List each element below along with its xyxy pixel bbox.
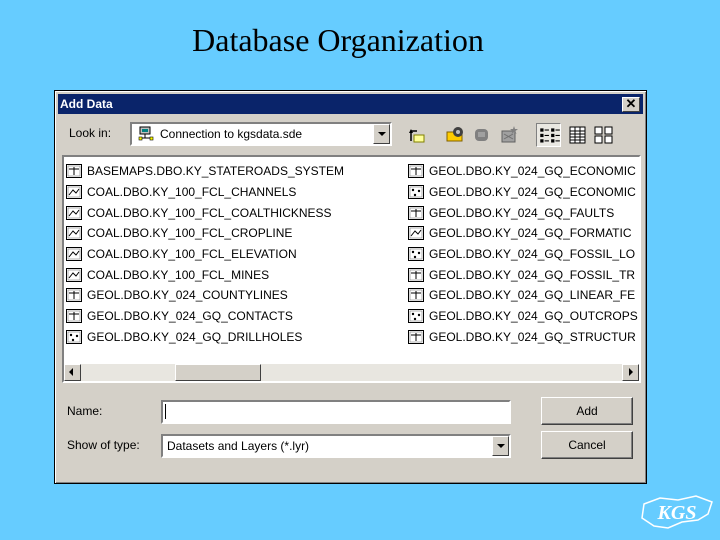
up-one-level-button[interactable] xyxy=(405,123,430,147)
line-feature-icon xyxy=(66,267,82,282)
list-item[interactable]: COAL.DBO.KY_100_FCL_CHANNELS xyxy=(66,182,406,203)
point-feature-icon xyxy=(66,329,82,344)
add-button[interactable]: Add xyxy=(541,397,633,425)
list-item[interactable]: GEOL.DBO.KY_024_COUNTYLINES xyxy=(66,285,406,306)
show-of-type-value: Datasets and Layers (*.lyr) xyxy=(167,439,310,453)
list-item[interactable]: GEOL.DBO.KY_024_GQ_FORMATIC xyxy=(408,223,639,244)
point-feature-icon xyxy=(408,309,424,324)
disconnect-button[interactable] xyxy=(470,123,495,147)
list-item-label: GEOL.DBO.KY_024_GQ_ECONOMIC xyxy=(429,164,636,179)
list-item-label: GEOL.DBO.KY_024_GQ_FAULTS xyxy=(429,205,615,220)
details-view-icon xyxy=(569,126,586,144)
list-item-label: GEOL.DBO.KY_024_GQ_FORMATIC xyxy=(429,226,632,241)
list-item-label: GEOL.DBO.KY_024_COUNTYLINES xyxy=(87,288,288,303)
disconnect-icon xyxy=(475,129,488,141)
list-item[interactable]: GEOL.DBO.KY_024_GQ_ECONOMIC xyxy=(408,161,639,182)
road-feature-icon xyxy=(66,164,82,179)
list-item-label: COAL.DBO.KY_100_FCL_CROPLINE xyxy=(87,226,293,241)
scroll-right-icon[interactable] xyxy=(622,364,639,381)
list-item[interactable]: GEOL.DBO.KY_024_GQ_ECONOMIC xyxy=(408,182,639,203)
road-feature-icon xyxy=(66,288,82,303)
thumbnails-view-button[interactable] xyxy=(591,123,616,147)
new-folder-button[interactable] xyxy=(497,123,522,147)
list-item[interactable]: GEOL.DBO.KY_024_GQ_FAULTS xyxy=(408,202,639,223)
line-feature-icon xyxy=(66,226,82,241)
road-feature-icon xyxy=(408,288,424,303)
chevron-down-icon[interactable] xyxy=(492,436,509,456)
list-view-icon xyxy=(540,128,560,143)
list-item-label: GEOL.DBO.KY_024_GQ_FOSSIL_TR xyxy=(429,267,636,282)
up-one-level-icon xyxy=(409,129,425,143)
list-item-label: GEOL.DBO.KY_024_GQ_OUTCROPS xyxy=(429,309,638,324)
line-feature-icon xyxy=(408,226,424,241)
list-item-label: GEOL.DBO.KY_024_GQ_ECONOMIC xyxy=(429,185,636,200)
line-feature-icon xyxy=(66,205,82,220)
list-item[interactable]: GEOL.DBO.KY_024_GQ_DRILLHOLES xyxy=(66,327,406,348)
line-feature-icon xyxy=(66,247,82,262)
road-feature-icon xyxy=(408,205,424,220)
look-in-label: Look in: xyxy=(69,126,112,140)
list-item[interactable]: COAL.DBO.KY_100_FCL_COALTHICKNESS xyxy=(66,202,406,223)
scroll-thumb[interactable] xyxy=(175,364,261,381)
list-item[interactable]: GEOL.DBO.KY_024_GQ_FOSSIL_TR xyxy=(408,264,639,285)
connect-to-folder-icon xyxy=(446,127,463,142)
list-item-label: COAL.DBO.KY_100_FCL_ELEVATION xyxy=(87,247,297,262)
road-feature-icon xyxy=(408,164,424,179)
thumbnails-view-icon xyxy=(594,126,613,144)
file-list[interactable]: BASEMAPS.DBO.KY_STATEROADS_SYSTEM COAL.DB… xyxy=(62,155,641,383)
list-item-label: GEOL.DBO.KY_024_GQ_LINEAR_FE xyxy=(429,288,636,303)
details-view-button[interactable] xyxy=(565,123,590,147)
slide-title: Database Organization xyxy=(192,22,484,58)
database-connection-icon xyxy=(138,126,154,141)
kgs-logo-icon: KGS xyxy=(641,495,713,529)
list-item[interactable]: GEOL.DBO.KY_024_GQ_CONTACTS xyxy=(66,306,406,327)
list-item-label: COAL.DBO.KY_100_FCL_MINES xyxy=(87,267,270,282)
cancel-button[interactable]: Cancel xyxy=(541,431,633,459)
name-label: Name: xyxy=(67,404,103,418)
list-item[interactable]: BASEMAPS.DBO.KY_STATEROADS_SYSTEM xyxy=(66,161,406,182)
point-feature-icon xyxy=(408,185,424,200)
list-item-label: GEOL.DBO.KY_024_GQ_STRUCTUR xyxy=(429,329,636,344)
horizontal-scrollbar[interactable] xyxy=(64,364,639,381)
list-item-label: BASEMAPS.DBO.KY_STATEROADS_SYSTEM xyxy=(87,164,344,179)
look-in-dropdown[interactable]: Connection to kgsdata.sde xyxy=(130,122,392,146)
list-item-label: COAL.DBO.KY_100_FCL_CHANNELS xyxy=(87,185,297,200)
add-data-dialog: Add Data ✕ Look in: Connection to kgsdat… xyxy=(54,90,647,484)
list-item-label: GEOL.DBO.KY_024_GQ_CONTACTS xyxy=(87,309,293,324)
point-feature-icon xyxy=(408,247,424,262)
name-input[interactable] xyxy=(161,400,511,424)
close-button[interactable]: ✕ xyxy=(622,97,640,112)
scroll-left-icon[interactable] xyxy=(64,364,81,381)
new-folder-icon xyxy=(501,126,518,143)
dialog-titlebar: Add Data ✕ xyxy=(58,94,643,114)
list-item[interactable]: GEOL.DBO.KY_024_GQ_LINEAR_FE xyxy=(408,285,639,306)
list-view-button[interactable] xyxy=(536,123,561,147)
chevron-down-icon[interactable] xyxy=(373,124,390,144)
file-column-1: BASEMAPS.DBO.KY_STATEROADS_SYSTEM COAL.DB… xyxy=(66,161,406,347)
list-item-label: GEOL.DBO.KY_024_GQ_FOSSIL_LO xyxy=(429,247,636,262)
road-feature-icon xyxy=(408,267,424,282)
road-feature-icon xyxy=(66,309,82,324)
logo-text: KGS xyxy=(657,502,697,524)
text-caret xyxy=(165,404,166,419)
line-feature-icon xyxy=(66,185,82,200)
connect-to-folder-button[interactable] xyxy=(443,123,468,147)
list-item[interactable]: COAL.DBO.KY_100_FCL_ELEVATION xyxy=(66,244,406,265)
dialog-title: Add Data xyxy=(60,97,113,111)
look-in-value: Connection to kgsdata.sde xyxy=(160,127,303,141)
show-of-type-label: Show of type: xyxy=(67,438,140,452)
list-item[interactable]: GEOL.DBO.KY_024_GQ_STRUCTUR xyxy=(408,327,639,348)
list-item-label: COAL.DBO.KY_100_FCL_COALTHICKNESS xyxy=(87,205,332,220)
list-item[interactable]: COAL.DBO.KY_100_FCL_MINES xyxy=(66,264,406,285)
road-feature-icon xyxy=(408,329,424,344)
show-of-type-dropdown[interactable]: Datasets and Layers (*.lyr) xyxy=(161,434,511,458)
list-item[interactable]: GEOL.DBO.KY_024_GQ_OUTCROPS xyxy=(408,306,639,327)
list-item[interactable]: GEOL.DBO.KY_024_GQ_FOSSIL_LO xyxy=(408,244,639,265)
list-item-label: GEOL.DBO.KY_024_GQ_DRILLHOLES xyxy=(87,329,303,344)
list-item[interactable]: COAL.DBO.KY_100_FCL_CROPLINE xyxy=(66,223,406,244)
file-column-2: GEOL.DBO.KY_024_GQ_ECONOMIC GEOL.DBO.KY_0… xyxy=(408,161,639,348)
